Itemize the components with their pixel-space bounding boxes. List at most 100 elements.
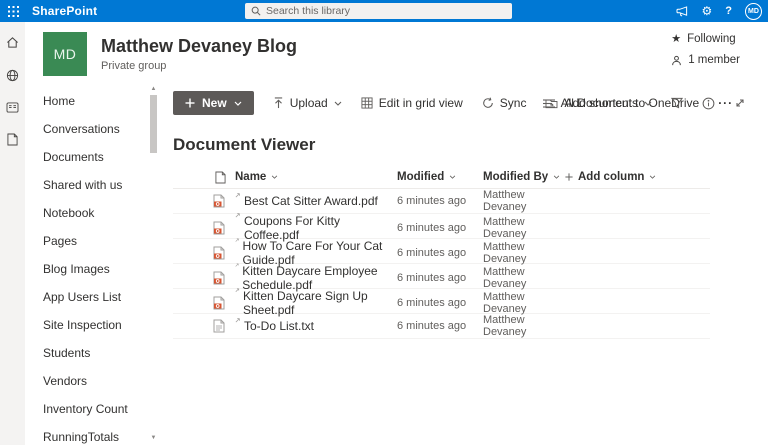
page-icon[interactable]	[7, 133, 18, 146]
nav-item-runningtotals[interactable]: RunningTotals	[25, 423, 160, 445]
nav-item-notebook[interactable]: Notebook	[25, 199, 160, 227]
star-icon: ★	[671, 33, 682, 45]
expand-icon	[736, 99, 744, 107]
modified-by-cell[interactable]: Matthew Devaney	[483, 216, 565, 240]
modified-by-cell[interactable]: Matthew Devaney	[483, 291, 565, 315]
nav-item-shared-with-us[interactable]: Shared with us	[25, 171, 160, 199]
search-box[interactable]	[245, 3, 512, 19]
nav-item-blog-images[interactable]: Blog Images	[25, 255, 160, 283]
nav-item-app-users-list[interactable]: App Users List	[25, 283, 160, 311]
page-title: Document Viewer	[173, 135, 316, 154]
file-name-link[interactable]: How To Care For Your Cat Guide.pdf	[243, 239, 397, 267]
megaphone-icon[interactable]	[675, 5, 689, 17]
site-navigation: Home Conversations Documents Shared with…	[25, 85, 160, 445]
new-item-icon	[235, 238, 239, 242]
file-type-column-header[interactable]	[173, 171, 235, 184]
news-icon[interactable]	[6, 102, 19, 113]
chevron-down-icon	[234, 101, 242, 106]
view-list-icon	[542, 98, 555, 108]
file-name-link[interactable]: To-Do List.txt	[244, 319, 314, 333]
nav-item-pages[interactable]: Pages	[25, 227, 160, 255]
view-selector-button[interactable]: All Documents	[542, 96, 652, 110]
suite-bar: SharePoint ⚙ ? MD	[0, 0, 768, 22]
scroll-up-icon[interactable]: ▲	[149, 85, 158, 94]
file-name-link[interactable]: Best Cat Sitter Award.pdf	[244, 194, 378, 208]
edit-in-grid-view-button[interactable]: Edit in grid view	[361, 96, 463, 110]
modified-cell: 6 minutes ago	[397, 320, 467, 332]
grid-view-icon	[361, 97, 373, 109]
modified-by-cell[interactable]: Matthew Devaney	[483, 189, 565, 213]
nav-item-site-inspection[interactable]: Site Inspection	[25, 311, 160, 339]
upload-button[interactable]: Upload	[273, 96, 342, 110]
new-item-icon	[235, 193, 240, 198]
site-title[interactable]: Matthew Devaney Blog	[101, 36, 297, 57]
sidenav-scrollbar[interactable]: ▲ ▼	[149, 85, 158, 445]
site-header: MD Matthew Devaney Blog Private group ★ …	[25, 22, 768, 85]
chevron-down-icon	[450, 175, 456, 179]
upload-icon	[273, 97, 284, 109]
following-button[interactable]: ★ Following	[671, 32, 740, 46]
new-button[interactable]: New	[173, 91, 254, 115]
new-item-icon	[235, 263, 239, 267]
scrollbar-thumb[interactable]	[150, 95, 157, 153]
pdf-file-icon	[213, 296, 225, 310]
modified-cell: 6 minutes ago	[397, 297, 467, 309]
table-row[interactable]: How To Care For Your Cat Guide.pdf 6 min…	[173, 238, 710, 267]
nav-item-conversations[interactable]: Conversations	[25, 115, 160, 143]
pdf-file-icon	[213, 194, 225, 208]
name-column-header[interactable]: Name	[235, 171, 397, 183]
members-button[interactable]: 1 member	[671, 54, 740, 66]
brand-label[interactable]: SharePoint	[32, 4, 97, 18]
funnel-icon	[671, 97, 683, 109]
sync-icon	[482, 97, 494, 109]
site-privacy-label: Private group	[101, 59, 167, 72]
search-input[interactable]	[266, 5, 506, 17]
sync-button[interactable]: Sync	[482, 96, 526, 110]
modified-by-cell[interactable]: Matthew Devaney	[483, 266, 565, 290]
modified-cell: 6 minutes ago	[397, 195, 467, 207]
table-row[interactable]: Kitten Daycare Sign Up Sheet.pdf 6 minut…	[173, 288, 710, 317]
new-item-icon	[235, 288, 240, 292]
file-name-link[interactable]: Coupons For Kitty Coffee.pdf	[244, 214, 397, 242]
pdf-file-icon	[213, 271, 225, 285]
chevron-down-icon	[553, 175, 560, 179]
add-column-button[interactable]: Add column	[565, 171, 710, 183]
settings-gear-icon[interactable]: ⚙	[702, 4, 713, 18]
table-row[interactable]: To-Do List.txt 6 minutes ago Matthew Dev…	[173, 314, 710, 339]
file-name-link[interactable]: Kitten Daycare Sign Up Sheet.pdf	[243, 289, 397, 317]
filter-button[interactable]	[671, 97, 683, 109]
nav-item-students[interactable]: Students	[25, 339, 160, 367]
globe-icon[interactable]	[6, 69, 19, 82]
chevron-down-icon	[272, 175, 278, 179]
nav-item-documents[interactable]: Documents	[25, 143, 160, 171]
info-icon	[702, 97, 715, 109]
pdf-file-icon	[213, 221, 225, 235]
list-header-row: Name Modified Modified By Add column	[173, 166, 710, 189]
home-icon[interactable]	[6, 36, 19, 49]
document-list: Name Modified Modified By Add column Bes…	[173, 166, 710, 339]
modified-cell: 6 minutes ago	[397, 222, 467, 234]
table-row[interactable]: Best Cat Sitter Award.pdf 6 minutes ago …	[173, 189, 710, 214]
new-item-icon	[235, 318, 240, 323]
chevron-down-icon	[644, 101, 652, 106]
person-icon	[671, 55, 682, 66]
nav-item-home[interactable]: Home	[25, 87, 160, 115]
modified-column-header[interactable]: Modified	[397, 171, 483, 183]
modified-by-column-header[interactable]: Modified By	[483, 171, 565, 183]
fullscreen-button[interactable]	[734, 97, 746, 109]
details-info-button[interactable]	[702, 97, 715, 110]
table-row[interactable]: Coupons For Kitty Coffee.pdf 6 minutes a…	[173, 213, 710, 242]
site-logo[interactable]: MD	[43, 31, 87, 76]
txt-file-icon	[213, 319, 225, 333]
app-launcher-icon[interactable]	[0, 0, 26, 22]
modified-by-cell[interactable]: Matthew Devaney	[483, 314, 565, 338]
scroll-down-icon[interactable]: ▼	[149, 434, 158, 443]
account-avatar[interactable]: MD	[745, 2, 762, 20]
file-name-link[interactable]: Kitten Daycare Employee Schedule.pdf	[242, 264, 397, 292]
modified-cell: 6 minutes ago	[397, 272, 467, 284]
help-icon[interactable]: ?	[725, 5, 732, 17]
nav-item-vendors[interactable]: Vendors	[25, 367, 160, 395]
nav-item-inventory-count[interactable]: Inventory Count	[25, 395, 160, 423]
modified-by-cell[interactable]: Matthew Devaney	[483, 241, 565, 265]
table-row[interactable]: Kitten Daycare Employee Schedule.pdf 6 m…	[173, 263, 710, 292]
